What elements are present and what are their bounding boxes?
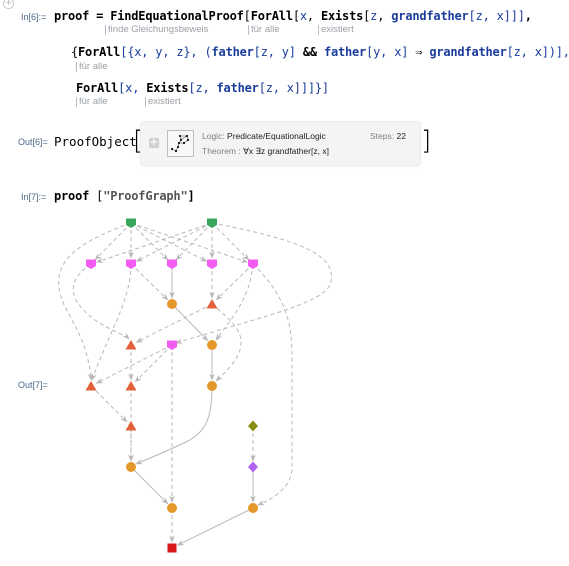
graph-node-critical-pair[interactable]	[125, 421, 137, 431]
graph-edge	[252, 263, 293, 506]
graph-node-olive[interactable]	[248, 420, 258, 432]
graph-edge	[130, 263, 169, 301]
graph-node-conclusion[interactable]	[167, 543, 177, 553]
graph-edge	[90, 385, 128, 423]
proof-graph	[58, 218, 332, 553]
graph-node-substitution[interactable]	[167, 503, 177, 513]
graph-edge	[58, 222, 132, 381]
graph-node-axiom[interactable]	[126, 218, 136, 229]
graph-node-substitution[interactable]	[167, 299, 177, 309]
graph-node-purple[interactable]	[248, 461, 258, 473]
graph-node-critical-pair[interactable]	[125, 340, 137, 350]
graph-node-hypothesis[interactable]	[86, 259, 96, 270]
graph-node-hypothesis[interactable]	[126, 259, 136, 270]
graph-edge	[211, 303, 242, 382]
graph-edge	[130, 222, 248, 263]
graph-edge	[130, 222, 169, 261]
graph-node-hypothesis[interactable]	[207, 259, 217, 270]
graph-node-hypothesis[interactable]	[248, 259, 258, 270]
graph-node-axiom[interactable]	[207, 218, 217, 229]
graph-node-substitution[interactable]	[126, 462, 136, 472]
graph-edge	[130, 466, 169, 505]
graph-node-critical-pair[interactable]	[125, 381, 137, 391]
graph-edge	[135, 303, 213, 343]
graph-edge	[175, 222, 213, 261]
graph-node-critical-pair[interactable]	[206, 299, 218, 309]
graph-edge	[96, 222, 213, 263]
graph-edge	[211, 222, 250, 261]
graph-edge	[215, 263, 254, 341]
graph-edge	[175, 222, 332, 344]
graph-edge	[176, 507, 254, 546]
graph-node-hypothesis[interactable]	[167, 259, 177, 270]
graph-node-substitution[interactable]	[248, 503, 258, 513]
graph-edge	[134, 344, 173, 383]
graph-edge	[171, 303, 209, 342]
graph-edge	[72, 263, 130, 340]
graph-edge	[95, 344, 173, 384]
graph-node-hypothesis[interactable]	[167, 340, 177, 351]
graph-node-substitution[interactable]	[207, 340, 217, 350]
graph-edge	[215, 263, 254, 301]
graph-edge	[135, 385, 213, 465]
graph-edge	[94, 222, 132, 261]
graph-node-critical-pair[interactable]	[85, 381, 97, 391]
graph-edge	[91, 263, 132, 381]
graph-node-substitution[interactable]	[207, 381, 217, 391]
